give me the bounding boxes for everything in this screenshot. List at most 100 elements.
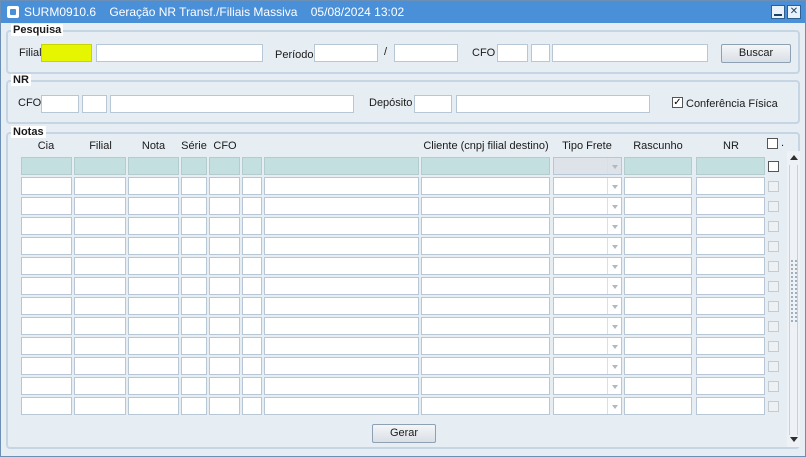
chevron-down-icon[interactable] — [607, 158, 621, 174]
cell-cia[interactable] — [21, 197, 72, 215]
cell-cfo-sub[interactable] — [242, 157, 262, 175]
cell-desc[interactable] — [264, 317, 419, 335]
cell-nr[interactable] — [696, 317, 765, 335]
cell-desc[interactable] — [264, 357, 419, 375]
cell-rascunho[interactable] — [624, 377, 692, 395]
cell-nota[interactable] — [128, 157, 179, 175]
cell-desc[interactable] — [264, 277, 419, 295]
close-button[interactable]: ✕ — [787, 5, 801, 19]
row-select-checkbox[interactable] — [768, 281, 779, 292]
row-select-checkbox[interactable] — [768, 261, 779, 272]
cell-serie[interactable] — [181, 317, 207, 335]
cell-nr[interactable] — [696, 237, 765, 255]
cell-tipo-frete[interactable] — [553, 157, 622, 175]
cell-rascunho[interactable] — [624, 337, 692, 355]
cell-desc[interactable] — [264, 177, 419, 195]
cell-tipo-frete[interactable] — [553, 337, 622, 355]
cell-cfo-sub[interactable] — [242, 357, 262, 375]
cell-cia[interactable] — [21, 237, 72, 255]
cell-nota[interactable] — [128, 337, 179, 355]
row-select-checkbox[interactable] — [768, 401, 779, 412]
cell-cfo[interactable] — [209, 237, 240, 255]
cell-cia[interactable] — [21, 217, 72, 235]
cell-tipo-frete[interactable] — [553, 217, 622, 235]
cell-serie[interactable] — [181, 397, 207, 415]
chevron-down-icon[interactable] — [607, 238, 621, 254]
row-select-checkbox[interactable] — [768, 301, 779, 312]
cell-filial[interactable] — [74, 337, 126, 355]
cell-tipo-frete[interactable] — [553, 377, 622, 395]
cell-cfo[interactable] — [209, 277, 240, 295]
deposito-code-input[interactable] — [414, 95, 452, 113]
cell-cfo[interactable] — [209, 317, 240, 335]
cell-cfo-sub[interactable] — [242, 297, 262, 315]
row-select-checkbox[interactable] — [768, 241, 779, 252]
cell-cfo-sub[interactable] — [242, 317, 262, 335]
cell-desc[interactable] — [264, 197, 419, 215]
pesquisa-cfo-desc-input[interactable] — [552, 44, 708, 62]
cell-cfo[interactable] — [209, 177, 240, 195]
buscar-button[interactable]: Buscar — [721, 44, 791, 63]
cell-nr[interactable] — [696, 377, 765, 395]
cell-desc[interactable] — [264, 217, 419, 235]
cell-cliente[interactable] — [421, 357, 550, 375]
cell-filial[interactable] — [74, 377, 126, 395]
cell-nr[interactable] — [696, 197, 765, 215]
cell-cfo[interactable] — [209, 157, 240, 175]
cell-cliente[interactable] — [421, 337, 550, 355]
cell-nota[interactable] — [128, 237, 179, 255]
cell-nota[interactable] — [128, 217, 179, 235]
cell-cliente[interactable] — [421, 377, 550, 395]
cell-tipo-frete[interactable] — [553, 357, 622, 375]
cell-nota[interactable] — [128, 317, 179, 335]
cell-serie[interactable] — [181, 217, 207, 235]
cell-filial[interactable] — [74, 297, 126, 315]
cell-nota[interactable] — [128, 377, 179, 395]
nr-cfo-code-input[interactable] — [41, 95, 79, 113]
cell-filial[interactable] — [74, 177, 126, 195]
cell-tipo-frete[interactable] — [553, 177, 622, 195]
cell-filial[interactable] — [74, 357, 126, 375]
filial-name-input[interactable] — [96, 44, 263, 62]
cell-rascunho[interactable] — [624, 217, 692, 235]
cell-serie[interactable] — [181, 237, 207, 255]
cell-nota[interactable] — [128, 277, 179, 295]
cell-tipo-frete[interactable] — [553, 317, 622, 335]
cell-cliente[interactable] — [421, 297, 550, 315]
cell-serie[interactable] — [181, 277, 207, 295]
cell-cfo[interactable] — [209, 217, 240, 235]
cell-desc[interactable] — [264, 257, 419, 275]
cell-nr[interactable] — [696, 337, 765, 355]
cell-cliente[interactable] — [421, 237, 550, 255]
cell-serie[interactable] — [181, 197, 207, 215]
cell-nr[interactable] — [696, 177, 765, 195]
cell-tipo-frete[interactable] — [553, 397, 622, 415]
cell-rascunho[interactable] — [624, 197, 692, 215]
cell-desc[interactable] — [264, 377, 419, 395]
cell-rascunho[interactable] — [624, 157, 692, 175]
cell-rascunho[interactable] — [624, 397, 692, 415]
chevron-down-icon[interactable] — [607, 358, 621, 374]
chevron-down-icon[interactable] — [607, 318, 621, 334]
cell-cfo-sub[interactable] — [242, 237, 262, 255]
cell-cfo-sub[interactable] — [242, 337, 262, 355]
cell-cia[interactable] — [21, 317, 72, 335]
cell-rascunho[interactable] — [624, 237, 692, 255]
cell-filial[interactable] — [74, 197, 126, 215]
row-select-checkbox[interactable] — [768, 361, 779, 372]
row-select-checkbox[interactable] — [768, 321, 779, 332]
cell-tipo-frete[interactable] — [553, 197, 622, 215]
cell-rascunho[interactable] — [624, 277, 692, 295]
chevron-down-icon[interactable] — [607, 178, 621, 194]
cell-nota[interactable] — [128, 177, 179, 195]
cell-cfo-sub[interactable] — [242, 397, 262, 415]
cell-tipo-frete[interactable] — [553, 277, 622, 295]
row-select-checkbox[interactable] — [768, 181, 779, 192]
cell-cfo[interactable] — [209, 357, 240, 375]
chevron-down-icon[interactable] — [607, 298, 621, 314]
cell-rascunho[interactable] — [624, 257, 692, 275]
cell-cliente[interactable] — [421, 217, 550, 235]
cell-cfo-sub[interactable] — [242, 257, 262, 275]
cell-rascunho[interactable] — [624, 297, 692, 315]
cell-nota[interactable] — [128, 297, 179, 315]
